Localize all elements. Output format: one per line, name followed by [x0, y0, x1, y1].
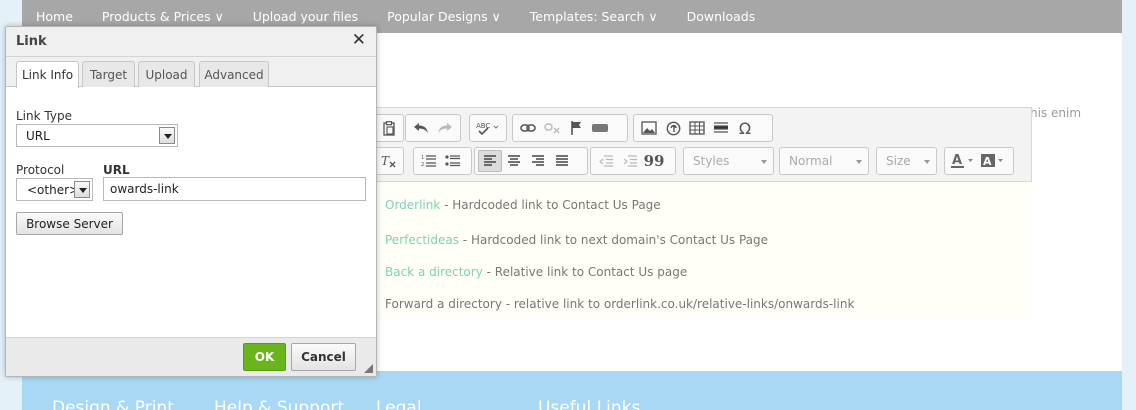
tab-target[interactable]: Target [82, 61, 135, 87]
blockquote-icon[interactable]: 99 [642, 150, 666, 172]
tab-advanced[interactable]: Advanced [199, 61, 269, 87]
justify-icon[interactable] [550, 150, 574, 172]
footer-heading-design-print: Design & Print [52, 398, 174, 410]
nav-home[interactable]: Home [36, 9, 73, 24]
cancel-button[interactable]: Cancel [291, 343, 356, 371]
footer-heading-useful-links: Useful Links [538, 398, 641, 410]
remove-format-icon[interactable]: T [378, 150, 400, 172]
outdent-icon[interactable] [594, 150, 618, 172]
svg-text:A: A [952, 153, 962, 168]
styles-combo-label: Styles [693, 154, 730, 168]
insert-group: Ω [633, 114, 773, 142]
list-group: 12 [413, 147, 472, 175]
text-color-icon[interactable]: A [948, 150, 978, 172]
image-icon[interactable] [637, 117, 661, 139]
content-line: Orderlink - Hardcoded link to Contact Us… [385, 198, 661, 212]
align-left-icon[interactable] [478, 150, 502, 172]
iframe-icon[interactable] [588, 117, 612, 139]
format-combo[interactable]: Normal [779, 147, 869, 175]
size-combo[interactable]: Size [876, 147, 937, 175]
tab-upload[interactable]: Upload [138, 61, 195, 87]
unlink-icon[interactable] [540, 117, 564, 139]
undo-icon[interactable] [409, 117, 433, 139]
content-text: Forward a directory - relative link to o… [385, 297, 855, 311]
link-type-label: Link Type [16, 109, 72, 123]
indent-icon[interactable] [618, 150, 642, 172]
protocol-value: <other> [27, 182, 80, 197]
link-type-value: URL [26, 128, 50, 143]
background-text: his enim [1030, 106, 1082, 120]
align-right-icon[interactable] [526, 150, 550, 172]
svg-text:2: 2 [421, 162, 424, 168]
content-text: - Hardcoded link to next domain's Contac… [458, 233, 769, 247]
spellcheck-icon[interactable]: ABC [473, 117, 503, 139]
nav-upload-files[interactable]: Upload your files [253, 9, 358, 24]
align-center-icon[interactable] [502, 150, 526, 172]
editor-toolbar: ABC Ω T 1 2 99 Styles Normal Size A A [374, 107, 1032, 182]
indent-group: 99 [590, 147, 676, 175]
dialog-title: Link [16, 34, 47, 49]
nav-templates-search[interactable]: Templates: Search ∨ [530, 9, 658, 24]
chevron-down-icon [761, 160, 767, 164]
url-label: URL [103, 163, 130, 177]
remove-format-group: T [374, 147, 404, 175]
chevron-down-icon[interactable] [159, 127, 175, 144]
protocol-label: Protocol [16, 163, 65, 177]
footer-heading-legal: Legal [376, 398, 422, 410]
tab-link-info[interactable]: Link Info [16, 61, 79, 88]
horizontal-rule-icon[interactable] [709, 117, 733, 139]
link-dialog: Link ✕ Link Info Target Upload Advanced … [5, 26, 377, 377]
redo-icon[interactable] [433, 117, 457, 139]
content-text: - Relative link to Contact Us page [482, 265, 688, 279]
editor-content-area[interactable]: Orderlink - Hardcoded link to Contact Us… [376, 182, 1032, 317]
align-group [474, 147, 588, 175]
content-text: - Hardcoded link to Contact Us Page [440, 198, 661, 212]
spellcheck-group: ABC [469, 114, 507, 142]
dialog-footer: OK Cancel [6, 337, 376, 376]
chevron-down-icon [924, 160, 930, 164]
link-icon[interactable] [516, 117, 540, 139]
svg-text:T: T [381, 154, 390, 168]
styles-combo[interactable]: Styles [683, 147, 774, 175]
flash-icon[interactable] [661, 117, 685, 139]
protocol-select[interactable]: <other> [16, 178, 93, 201]
dialog-tabs: Link Info Target Upload Advanced [6, 57, 376, 88]
nav-downloads[interactable]: Downloads [687, 9, 756, 24]
format-combo-label: Normal [789, 154, 833, 168]
chevron-down-icon[interactable] [74, 181, 90, 198]
resize-handle-icon[interactable] [364, 364, 373, 373]
content-line: Perfectideas - Hardcoded link to next do… [385, 233, 768, 247]
link-type-select[interactable]: URL [16, 124, 178, 147]
size-combo-label: Size [886, 154, 911, 168]
browse-server-button[interactable]: Browse Server [16, 212, 123, 235]
content-link[interactable]: Perfectideas [385, 233, 459, 247]
content-link[interactable]: Back a directory [385, 265, 483, 279]
paste-icon[interactable] [378, 117, 400, 139]
ok-button[interactable]: OK [243, 343, 286, 371]
color-group: A A [944, 147, 1014, 175]
bullet-list-icon[interactable] [441, 150, 465, 172]
undo-redo-group [405, 114, 461, 142]
close-icon[interactable]: ✕ [352, 30, 366, 50]
clipboard-group [374, 114, 404, 142]
special-char-icon[interactable]: Ω [733, 117, 757, 139]
link-group [512, 114, 628, 142]
background-color-icon[interactable]: A [978, 150, 1008, 172]
footer-heading-help-support: Help & Support [214, 398, 345, 410]
table-icon[interactable] [685, 117, 709, 139]
content-line: Back a directory - Relative link to Cont… [385, 265, 687, 279]
nav-products-prices[interactable]: Products & Prices ∨ [102, 9, 224, 24]
nav-popular-designs[interactable]: Popular Designs ∨ [387, 9, 501, 24]
dialog-titlebar[interactable]: Link ✕ [6, 27, 376, 57]
content-link[interactable]: Orderlink [385, 198, 440, 212]
rich-text-editor: ABC Ω T 1 2 99 Styles Normal Size A A Or… [374, 107, 1032, 317]
content-line: Forward a directory - relative link to o… [385, 297, 854, 311]
chevron-down-icon [856, 160, 862, 164]
svg-text:1: 1 [421, 155, 424, 161]
numbered-list-icon[interactable]: 12 [417, 150, 441, 172]
url-input[interactable] [103, 177, 366, 201]
svg-text:A: A [983, 155, 992, 168]
anchor-icon[interactable] [564, 117, 588, 139]
